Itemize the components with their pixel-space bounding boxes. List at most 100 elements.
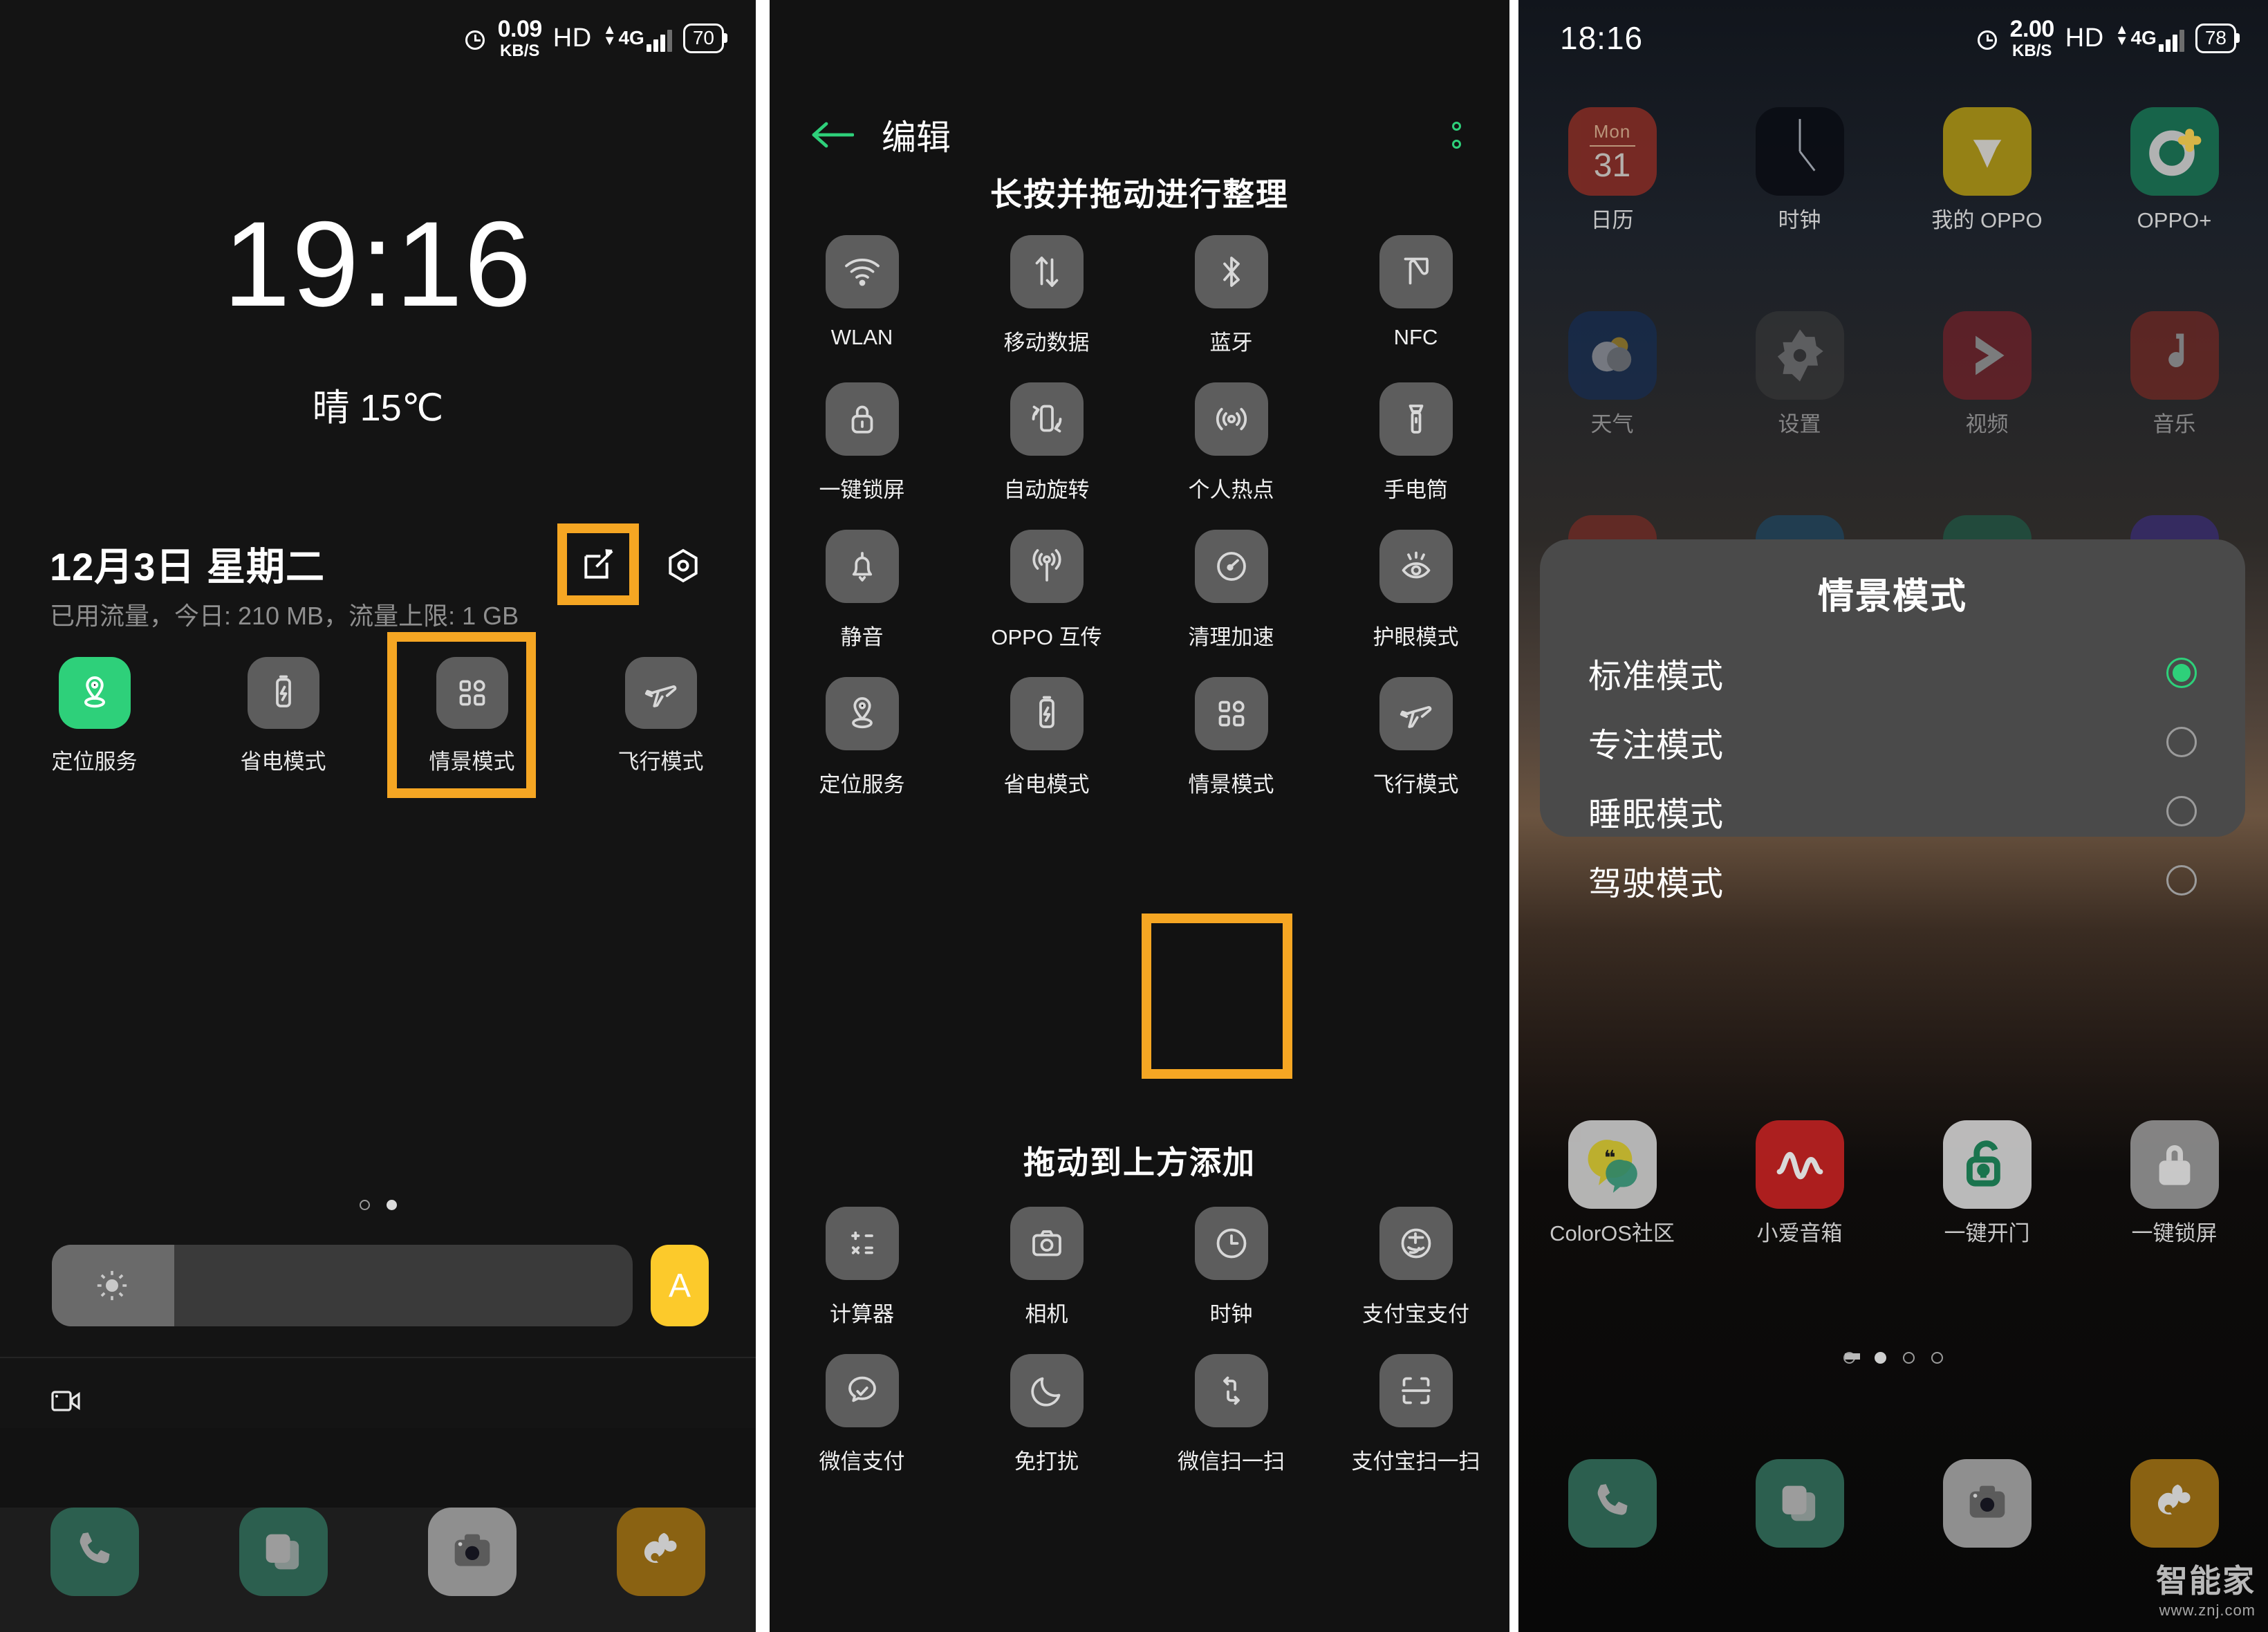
home-app[interactable]: 一键开门: [1893, 1120, 2081, 1246]
messages-icon[interactable]: [1755, 1459, 1844, 1548]
airplane-icon[interactable]: [624, 657, 697, 729]
wechat-pay-icon[interactable]: [825, 1354, 899, 1427]
dock-app[interactable]: [1706, 1459, 1893, 1577]
home-app[interactable]: Mon 31 日历: [1518, 107, 1706, 233]
pager-dot[interactable]: [1931, 1352, 1943, 1364]
location-icon[interactable]: [825, 677, 899, 750]
do-not-disturb-icon[interactable]: [1010, 1354, 1084, 1427]
edit-tile[interactable]: 免打扰: [954, 1354, 1139, 1475]
edit-tile[interactable]: 省电模式: [954, 677, 1139, 798]
oppo-share-icon[interactable]: [1010, 530, 1084, 603]
camera-icon[interactable]: [428, 1508, 517, 1596]
eye-care-icon[interactable]: [1379, 530, 1453, 603]
edit-tile[interactable]: 相机: [954, 1207, 1139, 1328]
edit-tile[interactable]: 情景模式: [1139, 677, 1323, 798]
screen-cast-icon[interactable]: [50, 1387, 83, 1416]
alipay-pay-icon[interactable]: [1379, 1207, 1453, 1280]
clock-icon[interactable]: [1194, 1207, 1268, 1280]
quick-tile-1[interactable]: 定位服务: [0, 657, 189, 775]
hotspot-icon[interactable]: [1194, 382, 1268, 456]
radio-button[interactable]: [2166, 796, 2197, 826]
location-icon[interactable]: [58, 657, 131, 729]
radio-button[interactable]: [2166, 658, 2197, 688]
coloros-community-icon[interactable]: ❝: [1568, 1120, 1657, 1209]
dialog-option[interactable]: 睡眠模式: [1540, 777, 2245, 846]
home-app[interactable]: ❝ ColorOS社区: [1518, 1120, 1706, 1246]
pager-dot[interactable]: [1903, 1352, 1915, 1364]
dock-app[interactable]: [1893, 1459, 2081, 1577]
home-app[interactable]: 天气: [1518, 311, 1706, 437]
bluetooth-icon[interactable]: [1194, 235, 1268, 308]
radio-button[interactable]: [2166, 727, 2197, 757]
home-app[interactable]: 设置: [1706, 311, 1893, 437]
edit-tile[interactable]: 时钟: [1139, 1207, 1323, 1328]
home-app[interactable]: 音乐: [2081, 311, 2268, 437]
edit-tile[interactable]: 移动数据: [954, 235, 1139, 356]
auto-rotate-icon[interactable]: [1010, 382, 1084, 456]
target-icon[interactable]: [664, 546, 703, 585]
airplane-icon[interactable]: [1379, 677, 1453, 750]
edit-tile[interactable]: 支付宝扫一扫: [1323, 1354, 1508, 1475]
uc-browser-icon[interactable]: [617, 1508, 706, 1596]
dialog-option[interactable]: 专注模式: [1540, 707, 2245, 777]
edit-tile[interactable]: 自动旋转: [954, 382, 1139, 503]
camera-icon[interactable]: [1010, 1207, 1084, 1280]
edit-tile[interactable]: 微信扫一扫: [1139, 1354, 1323, 1475]
edit-tile[interactable]: 微信支付: [770, 1354, 954, 1475]
calendar-icon[interactable]: Mon 31: [1568, 107, 1657, 196]
dock-app[interactable]: [189, 1508, 378, 1632]
home-app[interactable]: 我的 OPPO: [1893, 107, 2081, 233]
home-app[interactable]: 视频: [1893, 311, 2081, 437]
edit-tile[interactable]: 护眼模式: [1323, 530, 1508, 651]
dialog-option[interactable]: 标准模式: [1540, 638, 2245, 707]
alipay-scan-icon[interactable]: [1379, 1354, 1453, 1427]
edit-tile[interactable]: 飞行模式: [1323, 677, 1508, 798]
wechat-scan-icon[interactable]: [1194, 1354, 1268, 1427]
edit-tile[interactable]: 一键锁屏: [770, 382, 954, 503]
phone-icon[interactable]: [1568, 1459, 1657, 1548]
quick-tile-4[interactable]: 飞行模式: [566, 657, 755, 775]
battery-saver-icon[interactable]: [247, 657, 319, 729]
bell-icon[interactable]: [825, 530, 899, 603]
edit-tile[interactable]: WLAN: [770, 235, 954, 356]
edit-tile[interactable]: 蓝牙: [1139, 235, 1323, 356]
nfc-icon[interactable]: [1379, 235, 1453, 308]
dock-app[interactable]: [378, 1508, 567, 1632]
clock-app-icon[interactable]: [1755, 107, 1844, 196]
camera-icon[interactable]: [1942, 1459, 2032, 1548]
pager-dot[interactable]: [386, 1200, 397, 1210]
speed-clean-icon[interactable]: [1194, 530, 1268, 603]
radio-button[interactable]: [2166, 865, 2197, 896]
weather-icon[interactable]: [1568, 311, 1657, 400]
pager-dot[interactable]: [359, 1200, 370, 1210]
dock-app[interactable]: [1518, 1459, 1706, 1577]
pager-dot[interactable]: [1875, 1352, 1886, 1364]
video-icon[interactable]: [1942, 311, 2032, 400]
dialog-option[interactable]: 驾驶模式: [1540, 846, 2245, 915]
edit-tile[interactable]: NFC: [1323, 235, 1508, 356]
edit-tile[interactable]: 个人热点: [1139, 382, 1323, 503]
edit-tile[interactable]: 清理加速: [1139, 530, 1323, 651]
back-arrow-icon[interactable]: [811, 120, 854, 150]
pager-dots[interactable]: [0, 1200, 756, 1214]
home-app[interactable]: 一键锁屏: [2081, 1120, 2268, 1246]
xiaoai-speaker-icon[interactable]: [1755, 1120, 1844, 1209]
more-vertical-icon[interactable]: [1452, 121, 1461, 149]
edit-tile[interactable]: 计算器: [770, 1207, 954, 1328]
battery-saver-icon[interactable]: [1010, 677, 1084, 750]
brightness-slider[interactable]: [52, 1245, 633, 1326]
pager-dots[interactable]: [1518, 1352, 2268, 1364]
flashlight-icon[interactable]: [1379, 382, 1453, 456]
oppo-plus-icon[interactable]: [2130, 107, 2219, 196]
music-icon[interactable]: [2130, 311, 2219, 400]
one-key-unlock-icon[interactable]: [1942, 1120, 2032, 1209]
home-app[interactable]: OPPO+: [2081, 107, 2268, 233]
lock-icon[interactable]: [825, 382, 899, 456]
mobile-data-icon[interactable]: [1010, 235, 1084, 308]
edit-tile[interactable]: 定位服务: [770, 677, 954, 798]
dock-app[interactable]: [0, 1508, 189, 1632]
edit-tile[interactable]: 静音: [770, 530, 954, 651]
wifi-icon[interactable]: [825, 235, 899, 308]
calculator-icon[interactable]: [825, 1207, 899, 1280]
edit-tile[interactable]: 手电筒: [1323, 382, 1508, 503]
